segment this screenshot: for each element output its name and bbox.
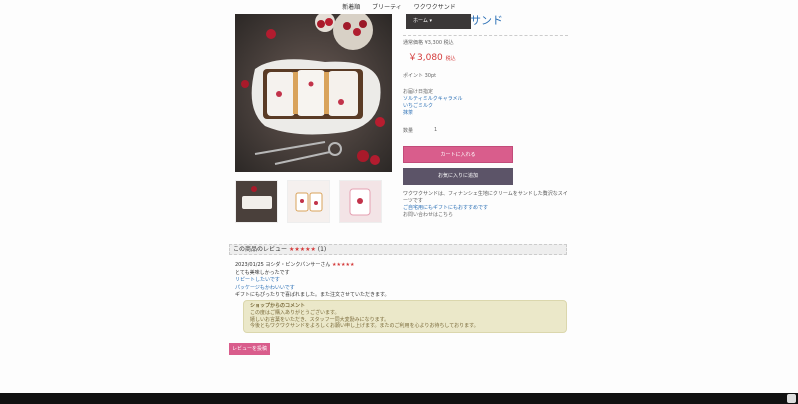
review-count: (1) <box>317 246 327 253</box>
review-author-stars: ★★★★★ <box>332 262 355 268</box>
sale-price: ￥3,080 税込 <box>408 50 456 63</box>
points-text: ポイント 30pt <box>403 73 437 79</box>
nav-item-product[interactable]: ワクワクサンド <box>414 4 456 11</box>
reply-line-3: 今後ともワクワクサンドをよろしくお願い申し上げます。またのご利用を心よりお待ちし… <box>250 323 479 330</box>
option-link-3[interactable]: 抹茶 <box>403 109 413 116</box>
review-line-4: ギフトにもぴったりで喜ばれました。また注文させていただきます。 <box>235 292 390 298</box>
thumbnail-1[interactable] <box>235 180 278 223</box>
review-header-title: この商品のレビュー <box>233 246 288 253</box>
review-line-1: とても美味しかったです <box>235 269 290 276</box>
shop-reply: ショップからのコメント この度はご購入ありがとうございます。 嬉しいお言葉をいた… <box>243 300 567 333</box>
product-title: サンド <box>470 14 503 27</box>
nav-item-category[interactable]: ブリーティ <box>372 4 402 11</box>
product-description: ワクワクサンドは、フィナンシェ生地にクリームをサンドした贅沢なスイーツです ご自… <box>403 191 568 212</box>
add-to-cart-button[interactable]: カートに入れる <box>403 146 513 163</box>
nav-item-new[interactable]: 新着順 <box>342 4 360 11</box>
review-line-2: リピートしたいです <box>235 277 280 283</box>
option-link-1[interactable]: ソルティミルクキャラメル <box>403 95 463 102</box>
top-nav: 新着順 ブリーティ ワクワクサンド <box>0 2 798 11</box>
price-value: ￥3,080 <box>408 53 443 63</box>
review-item: 2023/01/25 ヨシダ・ピンクパンサーさん ★★★★★ とても美味しかった… <box>235 262 390 300</box>
divider <box>403 35 568 36</box>
review-author: 2023/01/25 ヨシダ・ピンクパンサーさん <box>235 262 331 268</box>
quantity-input[interactable]: 1 <box>434 127 437 133</box>
options-label: お届け日指定 <box>403 89 434 95</box>
settings-icon[interactable] <box>787 394 796 403</box>
reply-line-1: この度はご購入ありがとうございます。 <box>250 309 340 316</box>
price-tax: 税込 <box>445 56 456 62</box>
add-to-favorites-button[interactable]: お気に入りに追加 <box>403 168 513 185</box>
thumbnail-3[interactable] <box>339 180 382 223</box>
product-main-image <box>235 14 392 172</box>
write-review-button[interactable]: レビューを投稿 <box>229 343 270 355</box>
review-stars: ★★★★★ <box>288 246 316 253</box>
category-dropdown[interactable]: ホーム ▾ <box>406 14 471 29</box>
option-link-2[interactable]: いちごミルク <box>403 102 433 109</box>
contact-link[interactable]: お問い合わせはこちら <box>403 211 453 218</box>
review-header: この商品のレビュー ★★★★★ (1) <box>229 244 567 255</box>
bottom-bar <box>0 393 798 404</box>
regular-price: 通常価格 ¥3,300 税込 <box>403 40 454 46</box>
quantity-label: 数量 <box>403 128 414 134</box>
thumbnail-2[interactable] <box>287 180 330 223</box>
review-line-3: パッケージもかわいいです <box>235 284 295 291</box>
reply-title: ショップからのコメント <box>250 303 306 309</box>
description-line-1: ワクワクサンドは、フィナンシェ生地にクリームをサンドした贅沢なスイーツです <box>403 191 568 204</box>
